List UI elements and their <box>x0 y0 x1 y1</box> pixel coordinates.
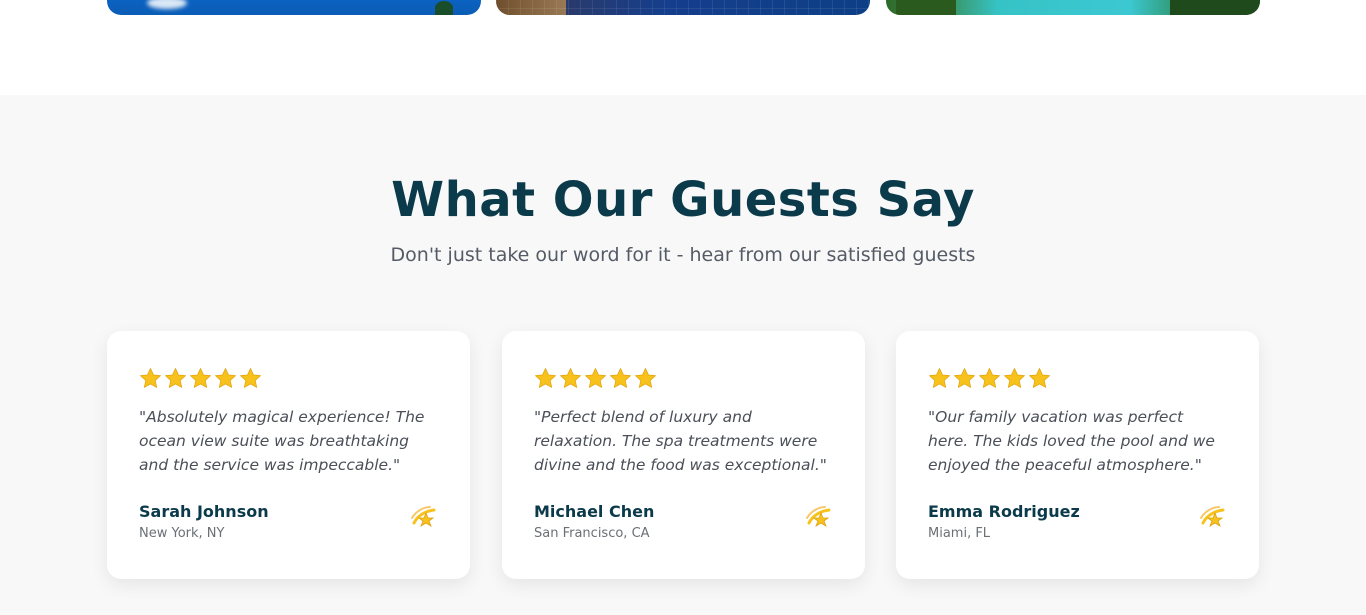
star-icon <box>165 367 186 388</box>
star-icon <box>929 367 950 388</box>
author-info: Michael Chen San Francisco, CA <box>534 501 833 543</box>
author-location: New York, NY <box>139 526 225 541</box>
dizzy-star-icon <box>411 506 436 527</box>
star-icon <box>635 367 656 388</box>
author-location: San Francisco, CA <box>534 526 650 541</box>
star-icon <box>190 367 211 388</box>
author-location: Miami, FL <box>928 526 991 541</box>
testimonials-section: What Our Guests Say Don't just take our … <box>0 95 1366 615</box>
star-rating <box>534 363 833 393</box>
testimonial-quote: "Our family vacation was perfect here. T… <box>928 408 1215 474</box>
author-name: Sarah Johnson <box>139 502 269 521</box>
dizzy-star-icon <box>806 506 831 527</box>
star-icon <box>215 367 236 388</box>
author-info: Emma Rodriguez Miami, FL <box>928 501 1227 543</box>
gallery-image-pool[interactable] <box>496 0 870 15</box>
gallery-strip <box>0 0 1366 95</box>
author-name: Emma Rodriguez <box>928 502 1080 521</box>
section-subtitle: Don't just take our word for it - hear f… <box>390 244 976 266</box>
author-name: Michael Chen <box>534 502 655 521</box>
star-icon <box>610 367 631 388</box>
wave-highlight <box>147 0 187 9</box>
star-icon <box>240 367 261 388</box>
star-icon <box>954 367 975 388</box>
star-icon <box>1029 367 1050 388</box>
author-info: Sarah Johnson New York, NY <box>139 501 438 543</box>
star-icon <box>535 367 556 388</box>
star-rating <box>139 363 438 393</box>
gallery-image-ocean[interactable] <box>107 0 481 15</box>
star-icon <box>140 367 161 388</box>
gallery-image-lagoon[interactable] <box>886 0 1260 15</box>
pool-tiles <box>496 0 870 15</box>
plant-icon <box>435 1 453 15</box>
testimonial-card: "Absolutely magical experience! The ocea… <box>107 331 470 579</box>
testimonial-cards: "Absolutely magical experience! The ocea… <box>0 331 1366 581</box>
star-icon <box>979 367 1000 388</box>
palm-leaf-right <box>1170 0 1260 15</box>
testimonial-quote: "Absolutely magical experience! The ocea… <box>139 408 425 474</box>
star-icon <box>1004 367 1025 388</box>
section-title: What Our Guests Say <box>391 172 975 228</box>
palm-leaf-left <box>896 0 956 15</box>
star-icon <box>560 367 581 388</box>
dizzy-star-icon <box>1200 506 1225 527</box>
star-icon <box>585 367 606 388</box>
star-rating <box>928 363 1227 393</box>
testimonial-quote: "Perfect blend of luxury and relaxation.… <box>534 408 827 474</box>
testimonial-card: "Our family vacation was perfect here. T… <box>896 331 1259 579</box>
testimonial-card: "Perfect blend of luxury and relaxation.… <box>502 331 865 579</box>
